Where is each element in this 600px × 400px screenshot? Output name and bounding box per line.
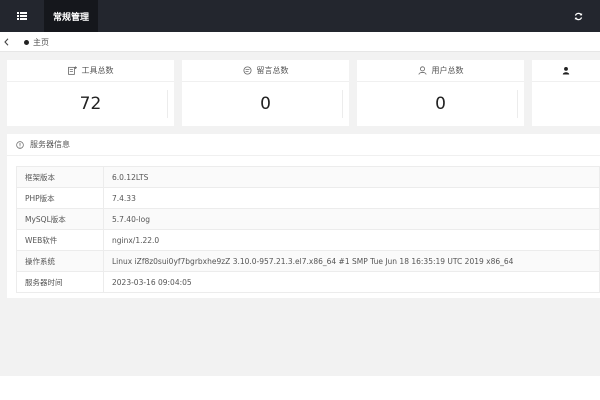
server-info-panel: 服务器信息 框架版本 6.0.12LTS PHP版本 7.4.33 MySQL版…	[7, 134, 600, 298]
row-key: PHP版本	[16, 187, 104, 209]
stat-card-header: 留言总数	[182, 60, 349, 82]
server-info-table: 框架版本 6.0.12LTS PHP版本 7.4.33 MySQL版本 5.7.…	[16, 166, 600, 293]
row-value: 2023-03-16 09:04:05	[103, 271, 600, 293]
divider	[342, 90, 343, 118]
tab-strip: 主页	[0, 32, 600, 52]
tab-home[interactable]: 主页	[24, 32, 49, 52]
info-icon	[16, 140, 24, 149]
table-row: PHP版本 7.4.33	[16, 187, 600, 209]
stat-value: 0	[435, 94, 446, 114]
chevron-left-icon	[3, 38, 8, 46]
server-info-title: 服务器信息	[30, 140, 70, 149]
stat-card-messages: 留言总数 0	[182, 60, 349, 126]
row-value: Linux iZf8z0sui0yf7bgrbxhe9zZ 3.10.0-957…	[103, 250, 600, 272]
stat-label: 用户总数	[431, 66, 464, 75]
tools-icon	[67, 66, 77, 75]
row-key: 操作系统	[16, 250, 104, 272]
stat-card-header: 用户总数	[357, 60, 524, 82]
divider	[167, 90, 168, 118]
row-key: MySQL版本	[16, 208, 104, 230]
nav-tab-general[interactable]: 常规管理	[44, 0, 98, 32]
row-value: 6.0.12LTS	[103, 166, 600, 188]
server-info-header: 服务器信息	[7, 134, 600, 156]
row-value: 5.7.40-log	[103, 208, 600, 230]
user-solid-icon	[562, 66, 570, 75]
row-key: 服务器时间	[16, 271, 104, 293]
stat-label: 留言总数	[256, 66, 289, 75]
table-row: 服务器时间 2023-03-16 09:04:05	[16, 271, 600, 293]
tab-scroll-left-button[interactable]	[0, 32, 12, 52]
top-bar: 常规管理	[0, 0, 600, 32]
row-value: nginx/1.22.0	[103, 229, 600, 251]
row-key: WEB软件	[16, 229, 104, 251]
stat-value: 72	[79, 94, 102, 114]
table-row: WEB软件 nginx/1.22.0	[16, 229, 600, 251]
menu-toggle-button[interactable]	[0, 0, 44, 32]
menu-icon	[17, 12, 27, 20]
stat-card-tools: 工具总数 72	[7, 60, 174, 126]
tab-home-label: 主页	[33, 37, 49, 47]
table-row: MySQL版本 5.7.40-log	[16, 208, 600, 230]
footer-area	[0, 376, 600, 400]
stat-value: 0	[260, 94, 271, 114]
stat-card-header: 工具总数	[7, 60, 174, 82]
divider	[517, 90, 518, 118]
message-icon	[242, 66, 252, 75]
table-row: 操作系统 Linux iZf8z0sui0yf7bgrbxhe9zZ 3.10.…	[16, 250, 600, 272]
refresh-button[interactable]	[568, 0, 588, 32]
user-icon	[417, 66, 427, 75]
stat-card-partial	[532, 60, 600, 126]
stat-card-header	[532, 60, 600, 82]
active-dot-icon	[24, 39, 29, 45]
table-row: 框架版本 6.0.12LTS	[16, 166, 600, 188]
stat-label: 工具总数	[81, 66, 114, 75]
row-value: 7.4.33	[103, 187, 600, 209]
stat-card-users: 用户总数 0	[357, 60, 524, 126]
row-key: 框架版本	[16, 166, 104, 188]
refresh-icon	[574, 12, 582, 20]
